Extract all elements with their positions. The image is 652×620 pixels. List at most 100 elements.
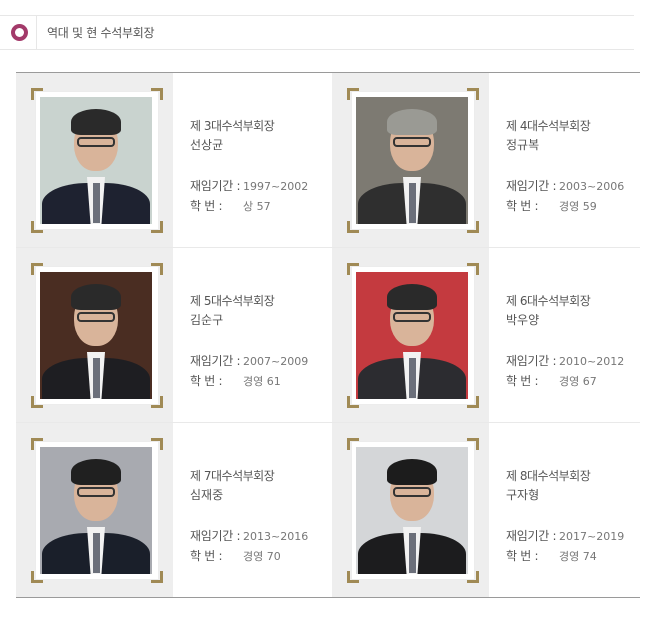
portrait-glasses: [77, 312, 115, 322]
photo-area: [332, 248, 489, 422]
term-label: 재임기간 :: [190, 179, 241, 193]
photo-area: [332, 73, 489, 247]
photo-frame: [31, 263, 163, 408]
frame-corner-ornament: [467, 438, 479, 450]
member-role: 제 4대수석부회장: [506, 119, 591, 133]
portrait-hair: [387, 109, 437, 135]
portrait-photo: [40, 97, 152, 224]
frame-corner-ornament: [151, 438, 163, 450]
frame-corner-ornament: [151, 221, 163, 233]
frame-corner-ornament: [151, 88, 163, 100]
portrait-hair: [387, 284, 437, 310]
member-term: 재임기간 :1997~2002: [190, 177, 308, 194]
portrait-glasses: [393, 487, 431, 497]
frame-corner-ornament: [151, 263, 163, 275]
portrait-glasses: [393, 137, 431, 147]
member-row: 제 5대수석부회장 김순구 재임기간 :2007~2009 학 번 : 경영 61: [16, 248, 640, 423]
member-role: 제 3대수석부회장: [190, 119, 275, 133]
class-id-value: 경영 74: [559, 550, 597, 563]
photo-area: [16, 423, 173, 597]
member-grid: 제 3대수석부회장 선상균 재임기간 :1997~2002 학 번 :상 57: [16, 72, 640, 598]
member-class-id: 학 번 : 경영 61: [190, 372, 281, 389]
frame-corner-ornament: [467, 221, 479, 233]
portrait-hair: [71, 109, 121, 135]
member-card: 제 4대수석부회장 정규복 재임기간 :2003~2006 학 번 : 경영 59: [332, 73, 644, 247]
portrait-photo: [356, 97, 468, 224]
member-name: 심재중: [190, 488, 224, 502]
member-name: 김순구: [190, 313, 224, 327]
class-id-label: 학 번 :: [190, 549, 223, 563]
member-name: 정규복: [506, 138, 540, 152]
member-card: 제 8대수석부회장 구자형 재임기간 :2017~2019 학 번 : 경영 74: [332, 423, 644, 597]
portrait-photo: [356, 272, 468, 399]
portrait-photo: [40, 272, 152, 399]
frame-corner-ornament: [151, 396, 163, 408]
term-value: 2013~2016: [243, 530, 309, 543]
header-divider: [36, 16, 37, 49]
member-role: 제 8대수석부회장: [506, 469, 591, 483]
member-term: 재임기간 :2007~2009: [190, 352, 308, 369]
portrait-hair: [387, 459, 437, 485]
class-id-value: 상 57: [243, 200, 271, 213]
photo-area: [16, 73, 173, 247]
member-class-id: 학 번 : 경영 59: [506, 197, 597, 214]
member-class-id: 학 번 : 경영 74: [506, 547, 597, 564]
member-card: 제 5대수석부회장 김순구 재임기간 :2007~2009 학 번 : 경영 61: [16, 248, 328, 422]
class-id-label: 학 번 :: [190, 199, 223, 213]
frame-corner-ornament: [467, 263, 479, 275]
frame-corner-ornament: [467, 88, 479, 100]
portrait-tie: [93, 183, 100, 223]
term-label: 재임기간 :: [506, 529, 557, 543]
section-header: 역대 및 현 수석부회장: [0, 15, 634, 50]
class-id-label: 학 번 :: [506, 374, 539, 388]
member-row: 제 7대수석부회장 심재중 재임기간 :2013~2016 학 번 : 경영 70: [16, 423, 640, 598]
term-value: 2017~2019: [559, 530, 625, 543]
section-title: 역대 및 현 수석부회장: [47, 26, 155, 40]
photo-frame: [347, 88, 479, 233]
class-id-label: 학 번 :: [190, 374, 223, 388]
term-value: 2003~2006: [559, 180, 625, 193]
member-row: 제 3대수석부회장 선상균 재임기간 :1997~2002 학 번 :상 57: [16, 73, 640, 248]
term-value: 1997~2002: [243, 180, 309, 193]
portrait-hair: [71, 459, 121, 485]
portrait-tie: [409, 183, 416, 223]
photo-frame: [31, 88, 163, 233]
portrait-hair: [71, 284, 121, 310]
term-value: 2010~2012: [559, 355, 625, 368]
class-id-value: 경영 70: [243, 550, 281, 563]
portrait-glasses: [393, 312, 431, 322]
member-class-id: 학 번 : 경영 67: [506, 372, 597, 389]
member-card: 제 6대수석부회장 박우양 재임기간 :2010~2012 학 번 : 경영 67: [332, 248, 644, 422]
class-id-value: 경영 59: [559, 200, 597, 213]
member-class-id: 학 번 : 상 57: [190, 197, 271, 214]
term-label: 재임기간 :: [506, 354, 557, 368]
photo-frame: [347, 438, 479, 583]
member-role: 제 7대수석부회장: [190, 469, 275, 483]
portrait-tie: [409, 358, 416, 398]
portrait-glasses: [77, 487, 115, 497]
frame-corner-ornament: [467, 396, 479, 408]
portrait-tie: [93, 358, 100, 398]
member-card: 제 3대수석부회장 선상균 재임기간 :1997~2002 학 번 : 상 57: [16, 73, 328, 247]
photo-area: [332, 423, 489, 597]
term-label: 재임기간 :: [506, 179, 557, 193]
member-class-id: 학 번 : 경영 70: [190, 547, 281, 564]
class-id-label: 학 번 :: [506, 549, 539, 563]
photo-frame: [31, 438, 163, 583]
class-id-label: 학 번 :: [506, 199, 539, 213]
member-role: 제 5대수석부회장: [190, 294, 275, 308]
member-name: 선상균: [190, 138, 224, 152]
term-label: 재임기간 :: [190, 529, 241, 543]
portrait-photo: [356, 447, 468, 574]
photo-area: [16, 248, 173, 422]
class-id-value: 경영 67: [559, 375, 597, 388]
member-name: 박우양: [506, 313, 540, 327]
photo-frame: [347, 263, 479, 408]
member-term: 재임기간 :2013~2016: [190, 527, 308, 544]
ring-icon: [11, 24, 28, 41]
class-id-value: 경영 61: [243, 375, 281, 388]
frame-corner-ornament: [151, 571, 163, 583]
member-role: 제 6대수석부회장: [506, 294, 591, 308]
member-term: 재임기간 :2010~2012: [506, 352, 624, 369]
portrait-tie: [93, 533, 100, 573]
